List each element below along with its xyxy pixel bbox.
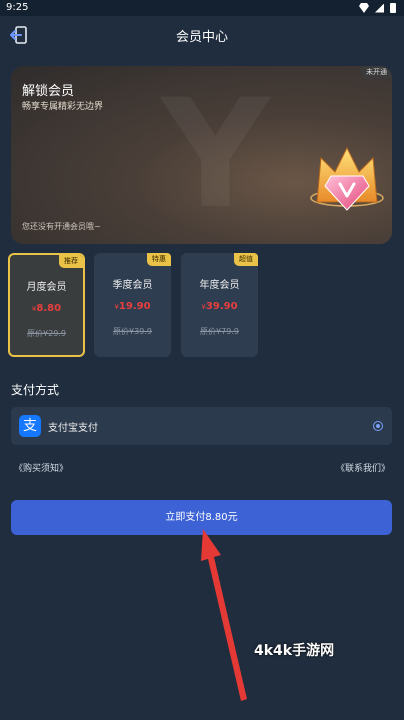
watermark-text: 4k4k手游网: [254, 643, 335, 659]
payment-radio-selected[interactable]: [373, 421, 383, 431]
plan-name: 月度会员: [26, 282, 67, 293]
payment-method-label: 支付宝支付: [48, 423, 98, 434]
status-time: 9:25: [6, 2, 29, 13]
banner-watermark-letter: Y: [161, 68, 270, 242]
top-header: 会员中心: [0, 16, 404, 54]
plan-name: 季度会员: [112, 280, 153, 291]
banner-subtitle: 畅享专属精彩无边界: [22, 102, 104, 112]
plan-original-price: 原价¥39.9: [113, 327, 152, 336]
wifi-icon: [359, 3, 369, 13]
plan-list: 推荐 月度会员 ¥8.80 原价¥29.9 特惠 季度会员 ¥19.90 原价¥…: [8, 253, 398, 359]
battery-icon: [390, 3, 396, 13]
plan-price: ¥8.80: [10, 303, 83, 314]
plan-badge: 超值: [234, 253, 258, 266]
plan-price: ¥39.90: [181, 301, 258, 312]
cellular-signal-icon: [375, 3, 384, 13]
plan-card-yearly[interactable]: 超值 年度会员 ¥39.90 原价¥79.9: [181, 253, 258, 357]
plan-card-quarterly[interactable]: 特惠 季度会员 ¥19.90 原价¥39.9: [94, 253, 171, 357]
page-title: 会员中心: [175, 30, 228, 45]
banner-note: 您还没有开通会员哦~: [22, 222, 101, 231]
payment-method-alipay[interactable]: 支 支付宝支付: [11, 407, 392, 445]
alipay-icon: 支: [19, 415, 41, 437]
plan-badge: 推荐: [59, 255, 83, 268]
membership-status-badge: 未开通: [361, 66, 392, 79]
plan-card-monthly[interactable]: 推荐 月度会员 ¥8.80 原价¥29.9: [8, 253, 85, 357]
status-bar: 9:25: [0, 0, 404, 16]
plan-name: 年度会员: [199, 280, 240, 291]
vip-crown-icon: [310, 146, 384, 211]
vip-banner: Y 解锁会员 畅享专属精彩无边界 未开通 您还没有开通会员哦~: [11, 66, 392, 244]
plan-original-price: 原价¥79.9: [200, 327, 239, 336]
plan-price-value: 19.90: [118, 301, 151, 312]
plan-price-value: 8.80: [36, 303, 62, 314]
plan-badge: 特惠: [147, 253, 171, 266]
plan-original-price: 原价¥29.9: [27, 329, 66, 338]
plan-price-value: 39.90: [205, 301, 238, 312]
plan-price: ¥19.90: [94, 301, 171, 312]
purchase-notice-link[interactable]: 《购买须知》: [14, 461, 68, 474]
banner-title: 解锁会员: [22, 84, 75, 99]
status-icons: [359, 3, 396, 13]
payment-section-label: 支付方式: [11, 383, 60, 397]
contact-us-link[interactable]: 《联系我们》: [336, 461, 390, 474]
red-annotation-arrow-icon: [201, 529, 247, 701]
